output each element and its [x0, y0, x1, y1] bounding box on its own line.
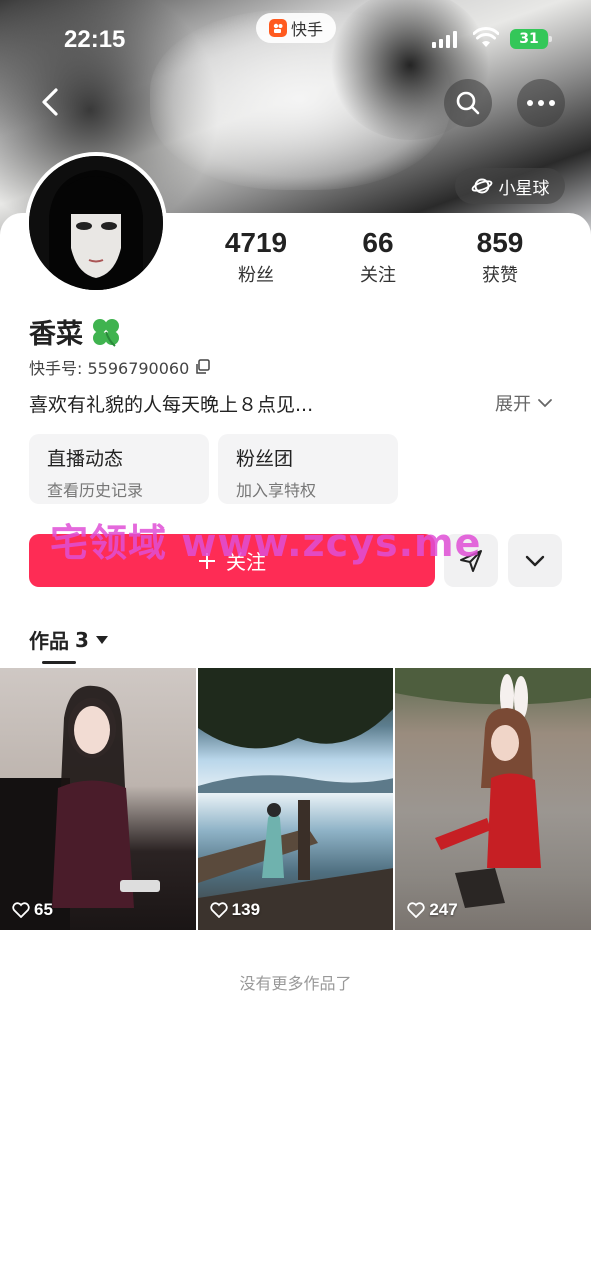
caret-down-icon [95, 635, 108, 644]
work-image [0, 685, 160, 930]
like-count: 139 [210, 900, 260, 920]
like-count-text: 139 [231, 900, 261, 919]
status-time: 22:15 [64, 26, 126, 53]
more-dots-icon [527, 100, 555, 106]
chevron-down-icon [525, 555, 545, 566]
back-button[interactable] [30, 82, 70, 122]
profile-stats: 4719 粉丝 66 关注 859 获赞 [195, 226, 575, 287]
heart-icon [12, 902, 30, 918]
expand-label: 展开 [495, 394, 531, 415]
stat-value: 859 [476, 227, 524, 258]
user-id-text: 快手号: 5596790060 [29, 359, 190, 378]
works-tab-label: 作品 [29, 629, 69, 653]
feature-subtitle: 查看历史记录 [47, 481, 144, 500]
planet-label: 小星球 [498, 178, 550, 199]
stat-value: 4719 [224, 227, 288, 258]
live-history-card[interactable]: 直播动态 查看历史记录 [29, 434, 209, 504]
stat-following[interactable]: 66 关注 [317, 226, 439, 287]
stat-label: 获赞 [482, 265, 518, 286]
work-thumbnail[interactable]: 247 [395, 668, 591, 930]
clover-icon [93, 318, 119, 347]
search-icon [456, 91, 480, 115]
work-image [197, 668, 394, 930]
stat-followers[interactable]: 4719 粉丝 [195, 226, 317, 287]
watermark: 宅领域 www.zcys.me [50, 521, 482, 565]
tab-works[interactable]: 作品 3 [29, 625, 109, 654]
profile-name-text: 香菜 [29, 319, 83, 350]
work-image [395, 668, 591, 908]
like-count: 247 [407, 900, 458, 920]
work-thumbnail[interactable]: 65 [0, 668, 196, 930]
stat-likes[interactable]: 859 获赞 [439, 226, 561, 287]
profile-name: 香菜 [29, 312, 123, 351]
search-button[interactable] [444, 79, 492, 127]
avatar[interactable] [25, 152, 167, 294]
status-bar: 22:15 快手 31 [0, 0, 591, 80]
feature-title: 粉丝团 [236, 448, 294, 470]
work-thumbnail[interactable]: 139 [197, 668, 394, 930]
app-name: 快手 [290, 20, 323, 39]
app-indicator: 快手 [256, 13, 336, 43]
battery-indicator: 31 [510, 29, 552, 49]
stat-label: 粉丝 [238, 265, 274, 286]
no-more-works-text: 没有更多作品了 [239, 974, 352, 993]
heart-icon [210, 902, 228, 918]
planet-button[interactable]: 小星球 [455, 168, 565, 204]
copy-icon[interactable] [195, 359, 211, 375]
wifi-icon [473, 27, 499, 47]
fan-club-card[interactable]: 粉丝团 加入享特权 [218, 434, 398, 504]
chevron-left-icon [42, 88, 58, 116]
feature-title: 直播动态 [47, 448, 124, 470]
recommend-dropdown-button[interactable] [508, 534, 562, 587]
like-count: 65 [12, 900, 53, 920]
avatar-image [29, 156, 163, 290]
heart-icon [407, 902, 425, 918]
expand-bio-button[interactable]: 展开 [495, 390, 553, 416]
stat-value: 66 [362, 227, 394, 258]
works-count: 3 [75, 627, 89, 652]
works-grid: 65 139 247 [0, 668, 591, 930]
stat-label: 关注 [360, 265, 396, 286]
like-count-text: 247 [429, 900, 458, 919]
user-id: 快手号: 5596790060 [29, 355, 211, 379]
feature-subtitle: 加入享特权 [236, 481, 317, 500]
like-count-text: 65 [34, 900, 53, 919]
chevron-down-icon [538, 399, 552, 408]
planet-icon [471, 178, 492, 194]
kuaishou-logo-icon [268, 19, 287, 37]
more-button[interactable] [517, 79, 565, 127]
profile-bio: 喜欢有礼貌的人每天晚上８点见... [29, 394, 314, 416]
tab-indicator [42, 661, 76, 664]
cellular-signal-icon [432, 30, 457, 48]
